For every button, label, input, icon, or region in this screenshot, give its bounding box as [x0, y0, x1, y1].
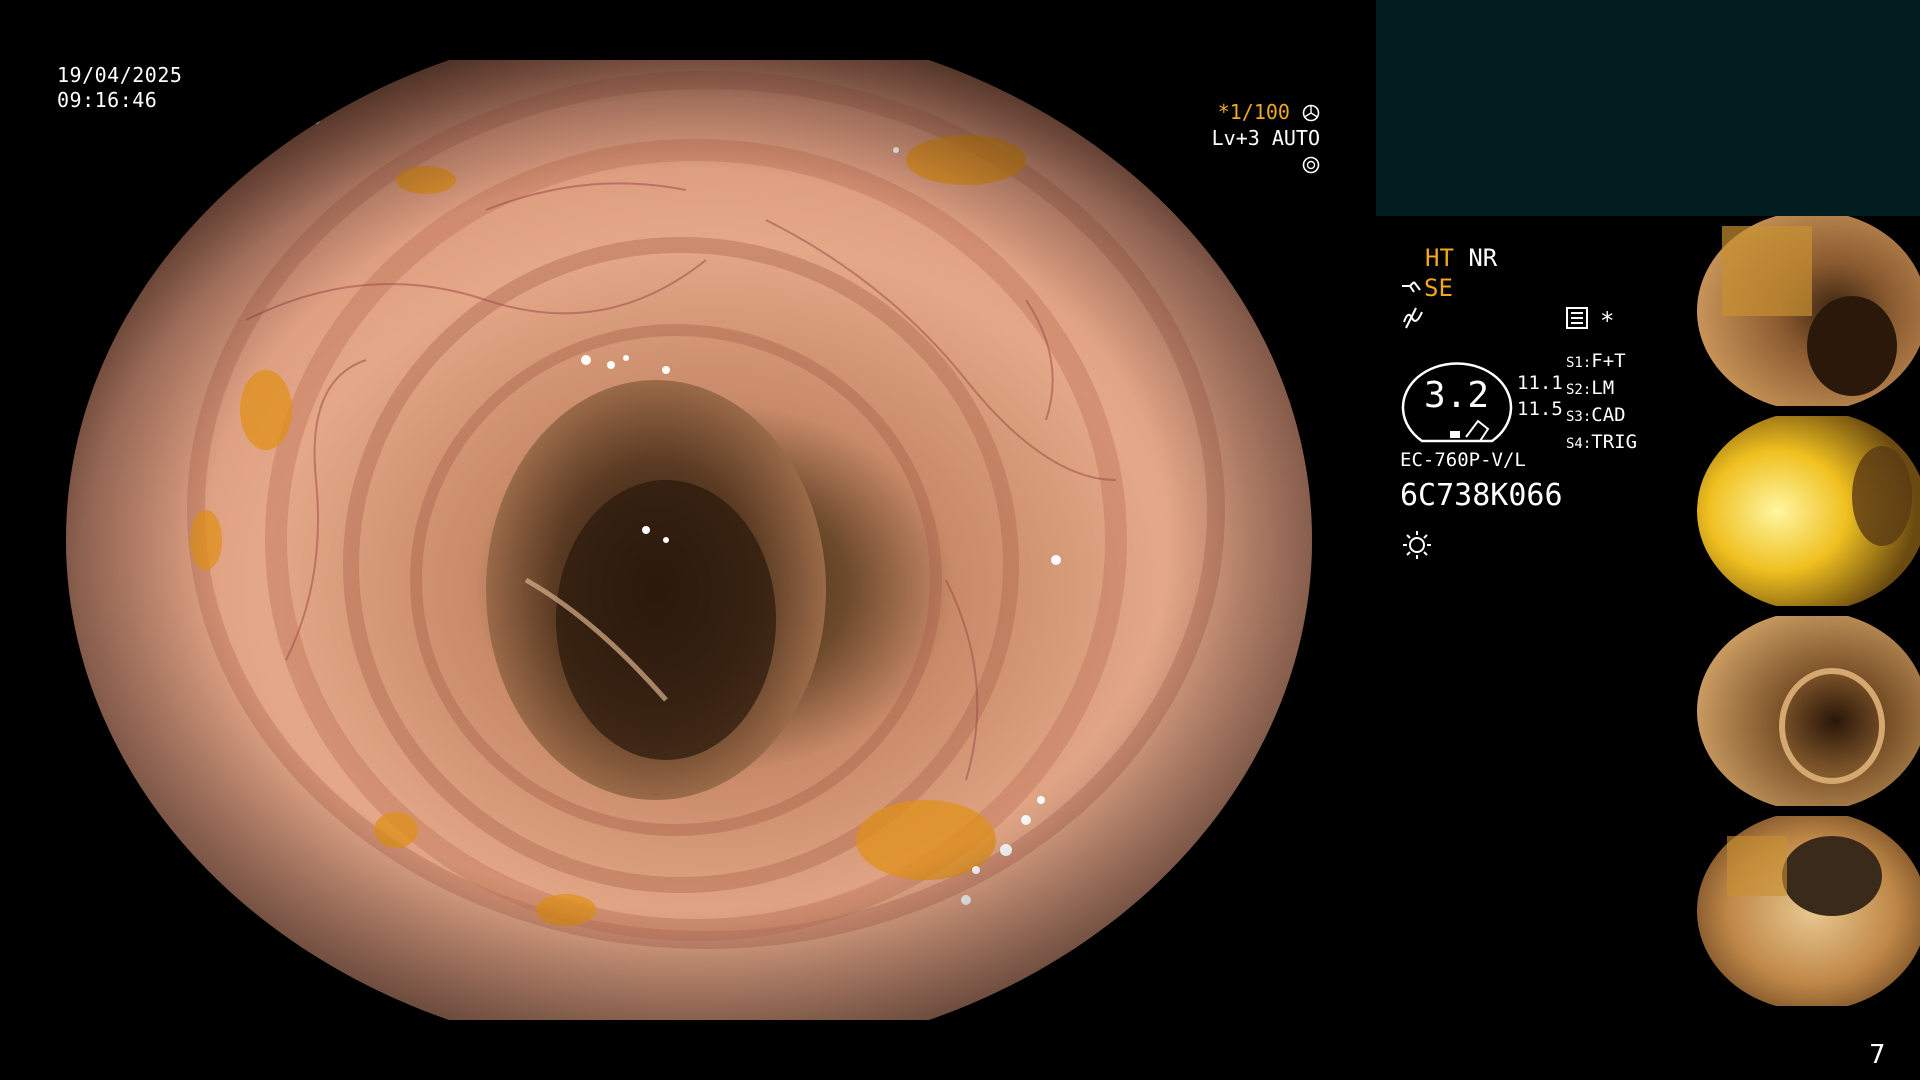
switch-s1: S1:F+T	[1566, 350, 1626, 372]
readout-value-2: 11.5	[1517, 398, 1563, 420]
nr-label: NR	[1468, 244, 1498, 272]
endoscope-main-view	[66, 60, 1312, 1020]
page-number: 7	[1869, 1040, 1886, 1070]
gauge-value: 3.2	[1424, 375, 1490, 416]
readout-value-1: 11.1	[1517, 372, 1563, 394]
thumbnail-4-image	[1697, 816, 1920, 1006]
scope-serial: 6C738K066	[1400, 478, 1563, 513]
level-row: Lv+3 AUTO	[1184, 125, 1320, 177]
time-text: 09:16:46	[57, 88, 158, 112]
exposure-readout: *1/100 Lv+3 AUTO	[1184, 99, 1320, 177]
se-label: SE	[1424, 274, 1453, 302]
scope-icon	[1400, 278, 1424, 298]
switch-s2: S2:LM	[1566, 377, 1615, 399]
thumbnail-3-image	[1697, 616, 1920, 806]
mode-row-1: HT NR	[1425, 243, 1497, 273]
date-text: 19/04/2025	[57, 63, 183, 87]
level-text: Lv+3 AUTO	[1211, 126, 1320, 150]
datetime: 19/04/2025 09:16:46	[57, 63, 182, 113]
thumbnail-3[interactable]	[1672, 616, 1920, 806]
scope-model: EC-760P-V/L	[1400, 449, 1526, 471]
colon-lumen-image	[66, 60, 1312, 1020]
image-mode-icon	[1566, 307, 1588, 329]
info-panel-background	[1376, 0, 1920, 216]
thumbnail-1[interactable]	[1672, 216, 1920, 406]
switch-list: S1:F+T S2:LM S3:CAD S4:TRIG	[1566, 349, 1637, 457]
shutter-row: *1/100	[1184, 99, 1320, 125]
shutter-speed: *1/100	[1217, 100, 1290, 124]
thumbnail-2[interactable]	[1672, 416, 1920, 606]
thumbnail-2-image	[1697, 416, 1920, 606]
mode-row-2: SE	[1400, 273, 1453, 303]
auto-iris-icon	[1302, 156, 1320, 174]
star-mark: *	[1600, 307, 1615, 335]
flash-icon	[1402, 306, 1424, 330]
switch-s4: S4:TRIG	[1566, 431, 1638, 453]
shutter-icon	[1302, 104, 1320, 122]
ht-label: HT	[1425, 244, 1454, 272]
light-sun-icon	[1402, 530, 1432, 560]
thumbnail-1-image	[1697, 216, 1920, 406]
thumbnail-4[interactable]	[1672, 816, 1920, 1006]
switch-s3: S3:CAD	[1566, 404, 1626, 426]
